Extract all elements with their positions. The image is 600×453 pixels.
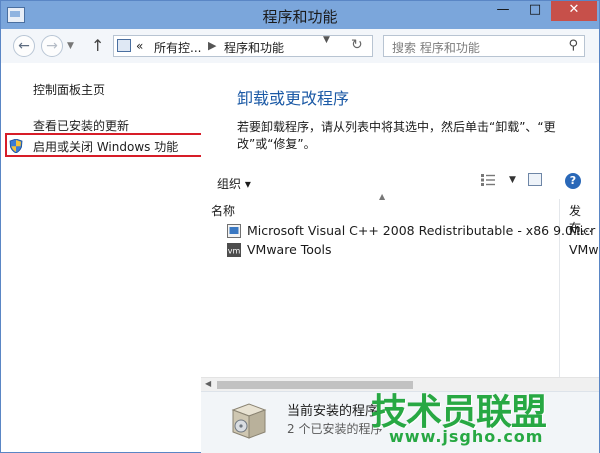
svg-text:vm: vm [228, 247, 241, 256]
maximize-button[interactable]: □ [519, 1, 551, 21]
watermark-url: www.jsgho.com [389, 427, 544, 446]
installed-count: 2 个已安装的程序 [287, 422, 383, 436]
vmware-icon: vm [227, 243, 241, 257]
details-title: 当前安装的程序 [287, 404, 379, 419]
sort-caret-icon: ▲ [379, 192, 386, 201]
breadcrumb-programs-and-features[interactable]: 程序和功能 [224, 39, 284, 56]
up-button[interactable]: ↑ [91, 36, 104, 55]
recent-pages-chevron-down-icon[interactable]: ▼ [67, 41, 74, 51]
title-bar: 程序和功能 — □ ✕ [1, 1, 599, 29]
control-panel-home-link[interactable]: 控制面板主页 [33, 81, 105, 98]
search-placeholder: 搜索 程序和功能 [392, 41, 480, 55]
view-installed-updates-link[interactable]: 查看已安装的更新 [33, 117, 129, 134]
programs-and-features-window: 程序和功能 — □ ✕ ← → ▼ ↑ « 所有控... ▶ 程序和功能 ▼ ↻… [0, 0, 600, 453]
left-task-pane: 控制面板主页 查看已安装的更新 启用或关闭 Windows 功能 [1, 63, 201, 452]
view-dropdown-chevron-down-icon[interactable]: ▼ [509, 175, 516, 185]
control-panel-icon [117, 39, 131, 52]
breadcrumb-separator-icon[interactable]: ▶ [208, 39, 216, 52]
back-button[interactable]: ← [13, 35, 35, 57]
search-input[interactable]: 搜索 程序和功能 ⚲ [383, 35, 585, 57]
column-header-name[interactable]: 名称 [211, 202, 235, 222]
program-row[interactable]: vm VMware Tools [227, 242, 559, 260]
address-field[interactable]: « 所有控... ▶ 程序和功能 [113, 35, 373, 57]
breadcrumb-overflow[interactable]: « [136, 39, 143, 53]
minimize-button[interactable]: — [487, 1, 519, 21]
refresh-icon[interactable]: ↻ [351, 37, 363, 53]
watermark-logo: 技术员联盟 www.jsgho.com [371, 383, 597, 451]
column-header-publisher[interactable]: 发布... [569, 202, 599, 235]
page-title: 卸载或更改程序 [237, 89, 350, 108]
program-row[interactable]: Microsoft Visual C++ 2008 Redistributabl… [227, 223, 585, 241]
command-bar: 组织 ▾ ▼ ? [201, 171, 599, 193]
program-name: Microsoft Visual C++ 2008 Redistributabl… [247, 223, 585, 238]
program-name: VMware Tools [247, 242, 332, 257]
address-dropdown-chevron-down-icon[interactable]: ▼ [323, 35, 330, 45]
view-options-icon[interactable] [481, 174, 495, 186]
organize-menu-button[interactable]: 组织 ▾ [217, 175, 251, 192]
forward-button[interactable]: → [41, 35, 63, 57]
program-publisher: VMw [569, 242, 599, 257]
page-description: 若要卸载程序，请从列表中将其选中，然后单击“卸载”、“更改”或“修复”。 [237, 120, 556, 151]
preview-pane-icon[interactable] [528, 173, 542, 186]
highlight-box [5, 133, 213, 157]
program-publisher: Micr [569, 223, 596, 238]
installed-programs-box-icon [231, 403, 267, 439]
program-installer-icon [227, 224, 241, 238]
scroll-left-icon[interactable]: ◀ [205, 379, 211, 388]
search-icon[interactable]: ⚲ [568, 38, 578, 53]
breadcrumb-all-control-panel[interactable]: 所有控... [154, 39, 201, 56]
close-button[interactable]: ✕ [551, 1, 597, 21]
help-icon[interactable]: ? [565, 173, 581, 189]
shield-icon [9, 139, 23, 153]
